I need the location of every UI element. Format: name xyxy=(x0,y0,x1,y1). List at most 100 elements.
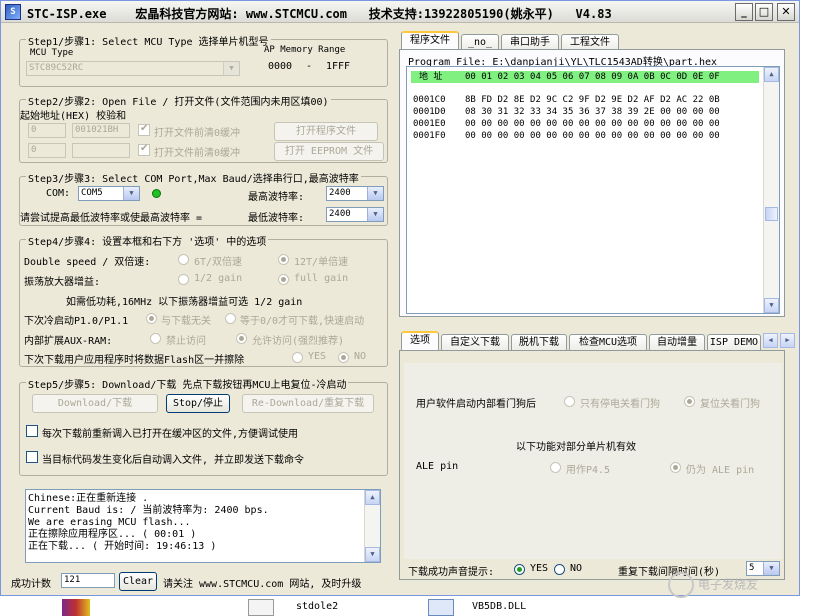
desktop-item-vb5db[interactable]: VB5DB.DLL xyxy=(472,601,526,612)
radio-sound-yes[interactable] xyxy=(514,564,525,575)
close-button[interactable]: ✕ xyxy=(777,3,795,21)
success-count-field: 121 xyxy=(61,573,115,588)
baud-hint: 请尝试提高最低波特率或使最高波特率 = xyxy=(20,213,203,224)
title-site: www.STCMCU.com xyxy=(245,7,348,21)
radio-reset-watchdog[interactable] xyxy=(684,396,695,407)
tab-serial-assistant-label: 串口助手 xyxy=(510,37,550,48)
auto-reload-checkbox[interactable] xyxy=(26,451,38,463)
title-bar[interactable]: S STC-ISP.exe 宏晶科技官方网站: www.STCMCU.com 技… xyxy=(1,1,799,23)
radio-equal-zero[interactable] xyxy=(225,313,236,324)
tab-no-label: _no_ xyxy=(467,37,493,48)
mcu-type-select[interactable]: STC89C52RC ▼ xyxy=(26,61,240,76)
hex-scrollbar[interactable]: ▲ ▼ xyxy=(763,67,779,313)
tab-scroll-arrows[interactable]: ◀ ▶ xyxy=(763,333,797,349)
radio-stop-watchdog[interactable] xyxy=(564,396,575,407)
clear-buffer-checkbox-1[interactable] xyxy=(138,123,150,136)
start-address-input-1[interactable]: 0 xyxy=(28,123,66,138)
clear-button[interactable]: Clear xyxy=(119,572,157,591)
max-baud-label: 最高波特率: xyxy=(248,192,305,203)
radio-full-gain[interactable] xyxy=(278,274,289,285)
stop-button[interactable]: Stop/停止 xyxy=(166,394,230,413)
radio-12t[interactable] xyxy=(278,254,289,265)
max-baud-dropdown-icon[interactable]: ▼ xyxy=(367,187,383,200)
hex-row-address: 0001C0 xyxy=(413,95,446,105)
log-scroll-up-icon[interactable]: ▲ xyxy=(365,490,380,505)
radio-no-relation[interactable] xyxy=(146,313,157,324)
hex-scroll-up-icon[interactable]: ▲ xyxy=(764,67,779,82)
redownload-button[interactable]: Re-Download/重复下载 xyxy=(242,394,374,413)
success-count-label: 成功计数 xyxy=(11,579,51,590)
max-baud-select[interactable]: 2400 ▼ xyxy=(326,186,384,201)
step4-label: Step4/步骤4: 设置本框和右下方 '选项' 中的选项 xyxy=(26,233,269,248)
tab-offline-download[interactable]: 脱机下载 xyxy=(511,334,567,351)
checksum-1: 001021BH xyxy=(75,125,119,135)
step1-group: Step1/步骤1: Select MCU Type 选择单片机型号 MCU T… xyxy=(19,33,388,87)
com-port-select[interactable]: COM5 ▼ xyxy=(78,186,140,201)
download-button[interactable]: Download/下载 xyxy=(32,394,158,413)
cold-boot-label: 下次冷启动P1.0/P1.1 xyxy=(24,316,129,327)
open-eeprom-file-button[interactable]: 打开 EEPROM 文件 xyxy=(274,142,384,161)
radio-allow-access[interactable] xyxy=(236,333,247,344)
hex-row-bytes: 00 00 00 00 00 00 00 00 00 00 00 00 00 0… xyxy=(465,131,720,141)
hex-row-address: 0001E0 xyxy=(413,119,446,129)
open-program-file-button[interactable]: 打开程序文件 xyxy=(274,122,378,141)
option-erase-no: NO xyxy=(354,351,367,362)
radio-ale-pin[interactable] xyxy=(670,462,681,473)
min-baud-select[interactable]: 2400 ▼ xyxy=(326,207,384,222)
minimize-button[interactable]: _ xyxy=(735,3,753,21)
com-port-dropdown-icon[interactable]: ▼ xyxy=(123,187,139,200)
reload-before-download-checkbox[interactable] xyxy=(26,425,38,437)
interval-dropdown-icon[interactable]: ▼ xyxy=(763,562,779,575)
tab-options[interactable]: 选项 xyxy=(401,331,439,350)
close-icon: ✕ xyxy=(781,5,791,18)
start-address-input-2[interactable]: 0 xyxy=(28,143,66,158)
option-forbid-access: 禁止访问 xyxy=(166,336,206,347)
radio-sound-no[interactable] xyxy=(554,564,565,575)
osc-gain-note: 如需低功耗,16MHz 以下振荡器增益可选 1/2 gain xyxy=(66,297,303,308)
tab-scroll-right-icon[interactable]: ▶ xyxy=(780,333,795,348)
radio-half-gain[interactable] xyxy=(178,274,189,285)
com-port-value: COM5 xyxy=(81,188,103,198)
reload-before-download-label: 每次下载前重新调入已打开在缓冲区的文件,方便调试使用 xyxy=(42,429,299,440)
tab-auto-increment[interactable]: 自动增量 xyxy=(649,334,705,351)
hex-view[interactable]: 地 址 00 01 02 03 04 05 06 07 08 09 0A 0B … xyxy=(406,66,780,314)
start-address-1: 0 xyxy=(31,125,37,135)
tab-isp-demo[interactable]: ISP DEMO xyxy=(707,334,761,351)
radio-erase-yes[interactable] xyxy=(292,352,303,363)
log-scroll-down-icon[interactable]: ▼ xyxy=(365,547,380,562)
option-stop-watchdog: 只有停电关看门狗 xyxy=(580,399,660,410)
tab-program-file-label: 程序文件 xyxy=(410,35,450,46)
tab-auto-increment-label: 自动增量 xyxy=(657,337,697,348)
hex-scroll-thumb[interactable] xyxy=(765,207,778,221)
range-end: 1FFF xyxy=(326,61,351,72)
desktop-item-stdole2[interactable]: stdole2 xyxy=(296,601,338,612)
radio-ale-p45[interactable] xyxy=(550,462,561,473)
dll-icon xyxy=(428,599,454,616)
tab-scroll-left-icon[interactable]: ◀ xyxy=(763,333,778,348)
hex-scroll-down-icon[interactable]: ▼ xyxy=(764,298,779,313)
mcu-type-dropdown-icon[interactable]: ▼ xyxy=(223,62,239,75)
tab-check-mcu-options[interactable]: 检查MCU选项 xyxy=(569,334,647,351)
maximize-button[interactable]: □ xyxy=(755,3,773,21)
tab-custom-download[interactable]: 自定义下载 xyxy=(441,334,509,351)
options-panel: 用户软件启动内部看门狗后 只有停电关看门狗 复位关看门狗 以下功能对部分单片机有… xyxy=(399,350,785,580)
watermark-text: 电子发烧友 xyxy=(698,577,759,592)
clear-buffer-checkbox-2[interactable] xyxy=(138,143,150,156)
min-baud-dropdown-icon[interactable]: ▼ xyxy=(367,208,383,221)
radio-6t[interactable] xyxy=(178,254,189,265)
status-log[interactable]: Chinese:正在重新连接 . Current Baud is: / 当前波特… xyxy=(25,489,381,563)
option-half-gain: 1/2 gain xyxy=(194,273,243,284)
option-equal-zero: 等于0/0才可下载,快速启动 xyxy=(240,316,365,327)
title-site-label: 宏晶科技官方网站: xyxy=(135,7,239,21)
step5-label: Step5/步骤5: Download/下载 先点下载按钮再MCU上电复位-冷启… xyxy=(26,376,349,391)
checksum-field-1: 001021BH xyxy=(72,123,130,138)
radio-erase-no[interactable] xyxy=(338,352,349,363)
range-start: 0000 xyxy=(268,61,293,72)
tab-project-file-label: 工程文件 xyxy=(570,37,610,48)
max-baud-value: 2400 xyxy=(329,188,351,198)
minimize-icon: _ xyxy=(741,5,747,18)
option-sound-yes: YES xyxy=(530,563,549,574)
tab-program-file[interactable]: 程序文件 xyxy=(401,31,459,50)
radio-forbid-access[interactable] xyxy=(150,333,161,344)
log-scrollbar[interactable]: ▲ ▼ xyxy=(364,490,380,562)
